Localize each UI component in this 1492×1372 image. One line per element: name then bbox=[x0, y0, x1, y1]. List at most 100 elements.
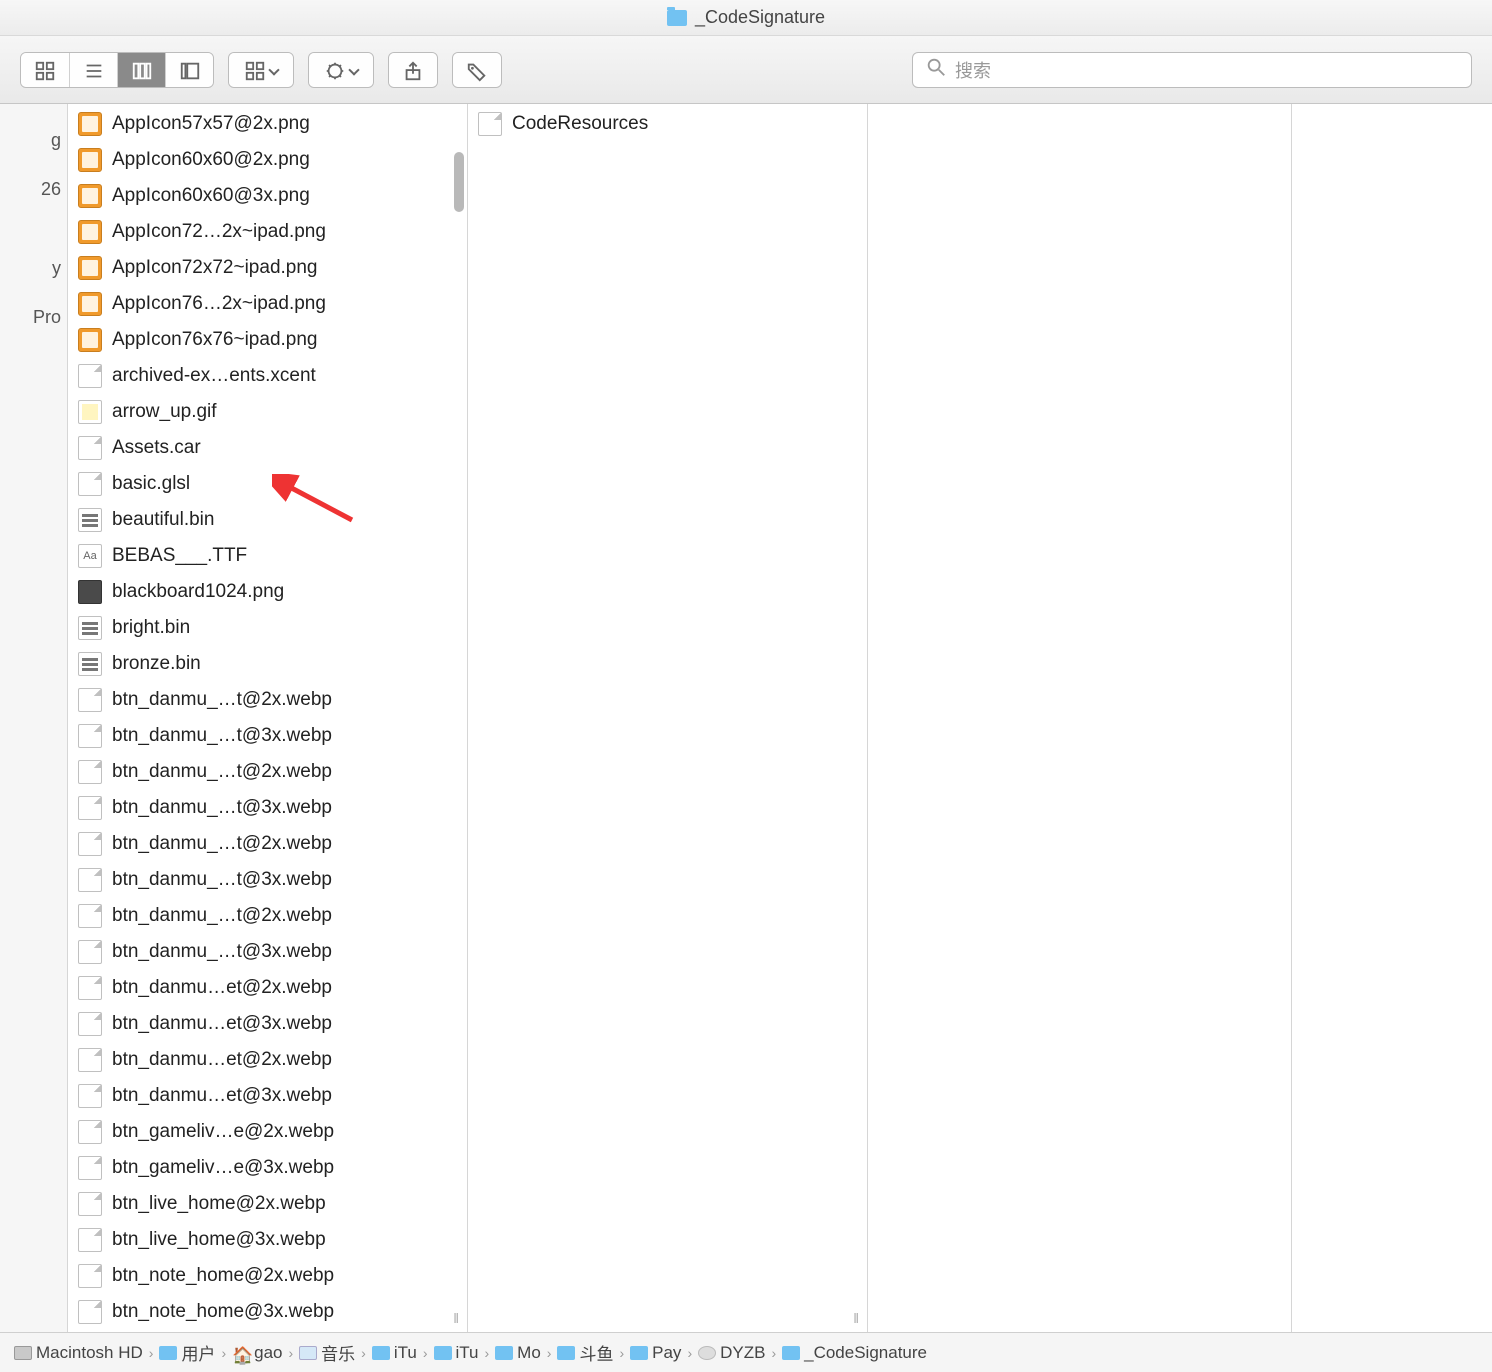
breadcrumb-label: Mo bbox=[517, 1343, 541, 1363]
file-row[interactable]: btn_danmu_…t@3x.webp bbox=[68, 862, 467, 898]
blank-file-icon bbox=[78, 904, 102, 928]
view-column-button[interactable] bbox=[117, 53, 165, 88]
file-name-label: beautiful.bin bbox=[112, 509, 214, 531]
view-gallery-button[interactable] bbox=[165, 53, 213, 88]
column-4 bbox=[1292, 104, 1492, 1332]
blank-file-icon bbox=[78, 976, 102, 1000]
tags-wrap bbox=[452, 52, 502, 88]
folder-icon bbox=[667, 10, 687, 26]
file-row[interactable]: AppIcon60x60@3x.png bbox=[68, 178, 467, 214]
blank-file-icon bbox=[78, 1264, 102, 1288]
file-name-label: bronze.bin bbox=[112, 653, 201, 675]
file-name-label: btn_danmu_…t@3x.webp bbox=[112, 869, 332, 891]
file-name-label: btn_danmu…et@3x.webp bbox=[112, 1085, 332, 1107]
blank-file-icon bbox=[78, 472, 102, 496]
file-row[interactable]: btn_note_home@3x.webp bbox=[68, 1294, 467, 1330]
file-row[interactable]: btn_danmu_…t@3x.webp bbox=[68, 718, 467, 754]
file-row[interactable]: bright.bin bbox=[68, 610, 467, 646]
file-row[interactable]: btn_danmu_…t@3x.webp bbox=[68, 790, 467, 826]
column-resize-handle[interactable]: ‖ bbox=[853, 1310, 861, 1326]
breadcrumb-label: iTu bbox=[394, 1343, 417, 1363]
file-row[interactable]: BEBAS___.TTF bbox=[68, 538, 467, 574]
view-list-button[interactable] bbox=[69, 53, 117, 88]
scrollbar-thumb[interactable] bbox=[454, 152, 464, 212]
file-row[interactable]: AppIcon60x60@2x.png bbox=[68, 142, 467, 178]
file-row[interactable]: basic.glsl bbox=[68, 466, 467, 502]
file-row[interactable]: AppIcon72x72~ipad.png bbox=[68, 250, 467, 286]
file-row[interactable]: arrow_up.gif bbox=[68, 394, 467, 430]
breadcrumb-item[interactable]: iTu bbox=[372, 1343, 417, 1363]
file-list-col2[interactable]: CodeResources bbox=[468, 104, 867, 1332]
file-list-col1[interactable]: AppIcon57x57@2x.png AppIcon60x60@2x.png Ap… bbox=[68, 104, 467, 1332]
blank-file-icon bbox=[78, 832, 102, 856]
breadcrumb-label: Macintosh HD bbox=[36, 1343, 143, 1363]
breadcrumb-item[interactable]: DYZB bbox=[698, 1343, 765, 1363]
file-row[interactable]: blackboard1024.png bbox=[68, 574, 467, 610]
file-name-label: blackboard1024.png bbox=[112, 581, 284, 603]
file-row[interactable]: Assets.car bbox=[68, 430, 467, 466]
window-titlebar: _CodeSignature bbox=[0, 0, 1492, 36]
file-row[interactable]: btn_danmu…et@2x.webp bbox=[68, 970, 467, 1006]
sidebar-fragment: 26 bbox=[6, 165, 61, 214]
ttf-file-icon bbox=[78, 544, 102, 568]
file-row[interactable]: btn_danmu…et@3x.webp bbox=[68, 1078, 467, 1114]
arrange-menu-wrap bbox=[228, 52, 294, 88]
breadcrumb-item[interactable]: _CodeSignature bbox=[782, 1343, 927, 1363]
file-row[interactable]: AppIcon76…2x~ipad.png bbox=[68, 286, 467, 322]
view-mode-segmented bbox=[20, 52, 214, 88]
breadcrumb-item[interactable]: 斗鱼 bbox=[557, 1340, 613, 1365]
blank-file-icon bbox=[78, 1228, 102, 1252]
breadcrumb-item[interactable]: 音乐 bbox=[299, 1340, 355, 1365]
action-menu-wrap bbox=[308, 52, 374, 88]
file-name-label: AppIcon76…2x~ipad.png bbox=[112, 293, 326, 315]
file-row[interactable]: btn_danmu_…t@3x.webp bbox=[68, 934, 467, 970]
file-row[interactable]: btn_note_home@2x.webp bbox=[68, 1258, 467, 1294]
file-name-label: btn_danmu_…t@2x.webp bbox=[112, 905, 332, 927]
blank-file-icon bbox=[78, 940, 102, 964]
file-name-label: arrow_up.gif bbox=[112, 401, 217, 423]
file-row[interactable]: btn_gameliv…e@2x.webp bbox=[68, 1114, 467, 1150]
file-row[interactable]: CodeResources bbox=[468, 106, 867, 142]
file-row[interactable]: AppIcon57x57@2x.png bbox=[68, 106, 467, 142]
search-input[interactable]: 搜索 bbox=[912, 52, 1472, 88]
file-row[interactable]: btn_live_home@3x.webp bbox=[68, 1222, 467, 1258]
file-row[interactable]: btn_danmu_…t@2x.webp bbox=[68, 826, 467, 862]
arrange-menu-button[interactable] bbox=[229, 53, 293, 88]
breadcrumb-item[interactable]: Mo bbox=[495, 1343, 541, 1363]
breadcrumb-item[interactable]: Macintosh HD bbox=[14, 1343, 143, 1363]
file-name-label: CodeResources bbox=[512, 113, 648, 135]
file-row[interactable]: AppIcon76x76~ipad.png bbox=[68, 322, 467, 358]
file-row[interactable]: archived-ex…ents.xcent bbox=[68, 358, 467, 394]
breadcrumb-item[interactable]: iTu bbox=[434, 1343, 479, 1363]
path-bar: Macintosh HD›用户›🏠gao›音乐›iTu›iTu›Mo›斗鱼›Pa… bbox=[0, 1332, 1492, 1372]
blank-file-icon bbox=[78, 1084, 102, 1108]
file-row[interactable]: btn_danmu_…t@2x.webp bbox=[68, 754, 467, 790]
file-row[interactable]: btn_live_home@2x.webp bbox=[68, 1186, 467, 1222]
file-row[interactable]: bronze.bin bbox=[68, 646, 467, 682]
blank-file-icon bbox=[478, 112, 502, 136]
file-row[interactable]: btn_danmu…et@3x.webp bbox=[68, 1006, 467, 1042]
file-row[interactable]: btn_danmu_…t@2x.webp bbox=[68, 898, 467, 934]
file-name-label: AppIcon60x60@2x.png bbox=[112, 149, 310, 171]
file-name-label: bright.bin bbox=[112, 617, 190, 639]
breadcrumb-label: _CodeSignature bbox=[804, 1343, 927, 1363]
file-name-label: archived-ex…ents.xcent bbox=[112, 365, 316, 387]
breadcrumb-item[interactable]: 用户 bbox=[159, 1340, 215, 1365]
file-row[interactable]: AppIcon72…2x~ipad.png bbox=[68, 214, 467, 250]
file-name-label: btn_danmu_…t@3x.webp bbox=[112, 941, 332, 963]
file-row[interactable]: btn_gameliv…e@3x.webp bbox=[68, 1150, 467, 1186]
share-button[interactable] bbox=[389, 53, 437, 88]
breadcrumb-item[interactable]: Pay bbox=[630, 1343, 681, 1363]
chevron-down-icon bbox=[348, 64, 359, 75]
file-row[interactable]: beautiful.bin bbox=[68, 502, 467, 538]
file-row[interactable]: btn_danmu_…t@2x.webp bbox=[68, 682, 467, 718]
action-menu-button[interactable] bbox=[309, 53, 373, 88]
breadcrumb-item[interactable]: 🏠gao bbox=[232, 1343, 282, 1363]
breadcrumb-separator: › bbox=[541, 1345, 558, 1361]
column-resize-handle[interactable]: ‖ bbox=[453, 1310, 461, 1326]
file-row[interactable]: btn_danmu…et@2x.webp bbox=[68, 1042, 467, 1078]
tags-button[interactable] bbox=[453, 53, 501, 88]
view-icon-button[interactable] bbox=[21, 53, 69, 88]
folder-icon bbox=[372, 1346, 390, 1360]
file-name-label: AppIcon60x60@3x.png bbox=[112, 185, 310, 207]
